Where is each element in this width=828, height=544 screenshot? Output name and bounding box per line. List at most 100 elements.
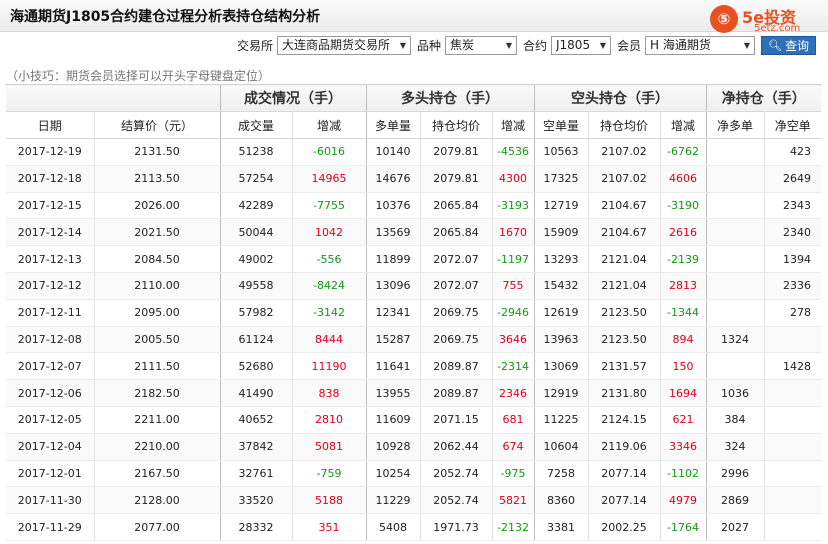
cell-date: 2017-11-30 [6, 486, 94, 515]
cell-short-avg-price: 2104.67 [587, 218, 660, 247]
member-select[interactable]: H 海通期货 ▼ [645, 35, 756, 55]
cell-net-short [763, 486, 821, 515]
table-row: 2017-12-18 2113.50 57254 14965 14676 2079.81 4… [6, 165, 821, 193]
cell-volume: 37842 [219, 433, 292, 461]
cell-short-change: -1344 [659, 299, 706, 327]
cell-short-avg-price: 2107.02 [587, 165, 660, 193]
table-row: 2017-12-05 2211.00 40652 2810 11609 2071.15 68… [6, 406, 821, 434]
cell-volume: 50044 [219, 218, 292, 247]
cell-short-change: -2139 [659, 245, 706, 273]
cell-volume-change: -8424 [291, 272, 366, 300]
cell-date: 2017-12-12 [6, 272, 94, 300]
cell-short-qty: 10604 [533, 433, 588, 461]
cell-volume-change: 838 [291, 379, 366, 407]
cell-net-short: 2343 [763, 192, 821, 220]
cell-settle-price: 2077.00 [93, 513, 220, 541]
column-header-net-short: 净空单 [763, 111, 821, 139]
table-body: 2017-12-19 2131.50 51238 -6016 10140 2079.81-… [6, 138, 821, 541]
cell-volume-change: 11190 [291, 352, 366, 381]
cell-date: 2017-12-14 [6, 218, 94, 247]
cell-long-qty: 10254 [365, 460, 420, 488]
cell-long-avg-price: 2079.81 [419, 165, 492, 193]
cell-volume: 49558 [219, 272, 292, 300]
cell-long-qty: 13096 [365, 272, 420, 300]
cell-net-short: 2336 [763, 272, 821, 300]
cell-short-qty: 8360 [533, 486, 588, 515]
cell-date: 2017-12-08 [6, 326, 94, 354]
cell-long-qty: 13955 [365, 379, 420, 407]
cell-long-qty: 15287 [365, 326, 420, 354]
chevron-down-icon: ▼ [599, 40, 606, 50]
cell-short-avg-price: 2131.57 [587, 352, 660, 381]
cell-short-change: 894 [659, 326, 706, 354]
cell-net-long [705, 245, 764, 273]
table-row: 2017-12-06 2182.50 41490 838 13955 2089.87 234… [6, 379, 821, 407]
cell-long-avg-price: 2089.87 [419, 352, 492, 381]
cell-long-qty: 11641 [365, 352, 420, 381]
cell-date: 2017-12-18 [6, 165, 94, 193]
cell-volume: 41490 [219, 379, 292, 407]
watermark-logo: ⑤ 5e投资 5etz.com [710, 3, 822, 37]
cell-settle-price: 2113.50 [93, 165, 220, 193]
cell-date: 2017-12-13 [6, 245, 94, 273]
variety-select[interactable]: 焦炭 ▼ [444, 35, 517, 55]
cell-net-long [705, 165, 764, 193]
cell-date: 2017-12-05 [6, 406, 94, 434]
cell-long-change: 4300 [491, 165, 534, 193]
cell-date: 2017-12-19 [6, 138, 94, 166]
column-header-row: 日期 结算价（元） 成交量 增减 多单量 持仓均价 增减 空单量 持仓均价 增减… [6, 111, 821, 139]
cell-short-avg-price: 2104.67 [587, 192, 660, 220]
cell-long-qty: 10928 [365, 433, 420, 461]
cell-net-short [763, 433, 821, 461]
cell-volume: 57254 [219, 165, 292, 193]
cell-short-qty: 15432 [533, 272, 588, 300]
cell-net-long [705, 272, 764, 300]
cell-volume-change: 351 [291, 513, 366, 541]
cell-volume: 40652 [219, 406, 292, 434]
cell-volume-change: -759 [291, 460, 366, 488]
cell-long-change: -2132 [491, 513, 534, 541]
cell-long-avg-price: 2062.44 [419, 433, 492, 461]
contract-value: J1805 [556, 37, 591, 52]
exchange-select[interactable]: 大连商品期货交易所 ▼ [276, 35, 411, 55]
cell-net-short: 278 [763, 299, 821, 327]
query-button-label: 查询 [784, 38, 809, 53]
column-header-short-avg-price: 持仓均价 [587, 111, 660, 139]
table-row: 2017-12-19 2131.50 51238 -6016 10140 2079.81-… [6, 138, 821, 166]
cell-short-change: 150 [659, 352, 706, 381]
cell-short-qty: 17325 [533, 165, 588, 193]
cell-net-long: 2996 [705, 460, 764, 488]
cell-short-qty: 3381 [533, 513, 588, 541]
column-header-short-change: 增减 [659, 111, 706, 139]
cell-volume-change: 8444 [291, 326, 366, 354]
cell-short-qty: 13069 [533, 352, 588, 381]
variety-label: 品种 [416, 38, 441, 53]
group-header-row: 成交情况（手） 多头持仓（手） 空头持仓（手） 净持仓（手） [6, 84, 821, 112]
contract-select[interactable]: J1805 ▼ [551, 35, 611, 55]
cell-long-qty: 10376 [365, 192, 420, 220]
chevron-down-icon: ▼ [743, 40, 751, 50]
cell-long-avg-price: 2052.74 [419, 486, 492, 515]
cell-long-qty: 11899 [365, 245, 420, 273]
cell-long-avg-price: 2065.84 [419, 192, 492, 220]
cell-volume: 61124 [219, 326, 292, 354]
column-header-volume: 成交量 [219, 111, 292, 139]
cell-short-qty: 12619 [533, 299, 588, 327]
cell-short-change: 3346 [659, 433, 706, 461]
cell-short-change: 2616 [659, 218, 706, 247]
title-bar: 海通期货J1805合约建仓过程分析表持仓结构分析 [0, 0, 828, 32]
cell-long-change: -2314 [491, 352, 534, 381]
cell-net-long: 2869 [705, 486, 764, 515]
cell-net-long [705, 192, 764, 220]
cell-net-long: 1036 [705, 379, 764, 407]
cell-short-change: 2813 [659, 272, 706, 300]
query-button[interactable]: 🔍︎ 查询 [761, 35, 816, 55]
group-header-volume: 成交情况（手） [219, 84, 366, 112]
cell-short-qty: 12719 [533, 192, 588, 220]
cell-short-change: -1764 [659, 513, 706, 541]
cell-net-long [705, 352, 764, 381]
cell-volume-change: 5081 [291, 433, 366, 461]
cell-long-avg-price: 2072.07 [419, 272, 492, 300]
table-row: 2017-11-30 2128.00 33520 5188 11229 2052.74 58… [6, 486, 821, 515]
filter-bar: 交易所 大连商品期货交易所 ▼ 品种 焦炭 ▼ 合约 J1805 ▼ 会员 H … [231, 35, 816, 55]
